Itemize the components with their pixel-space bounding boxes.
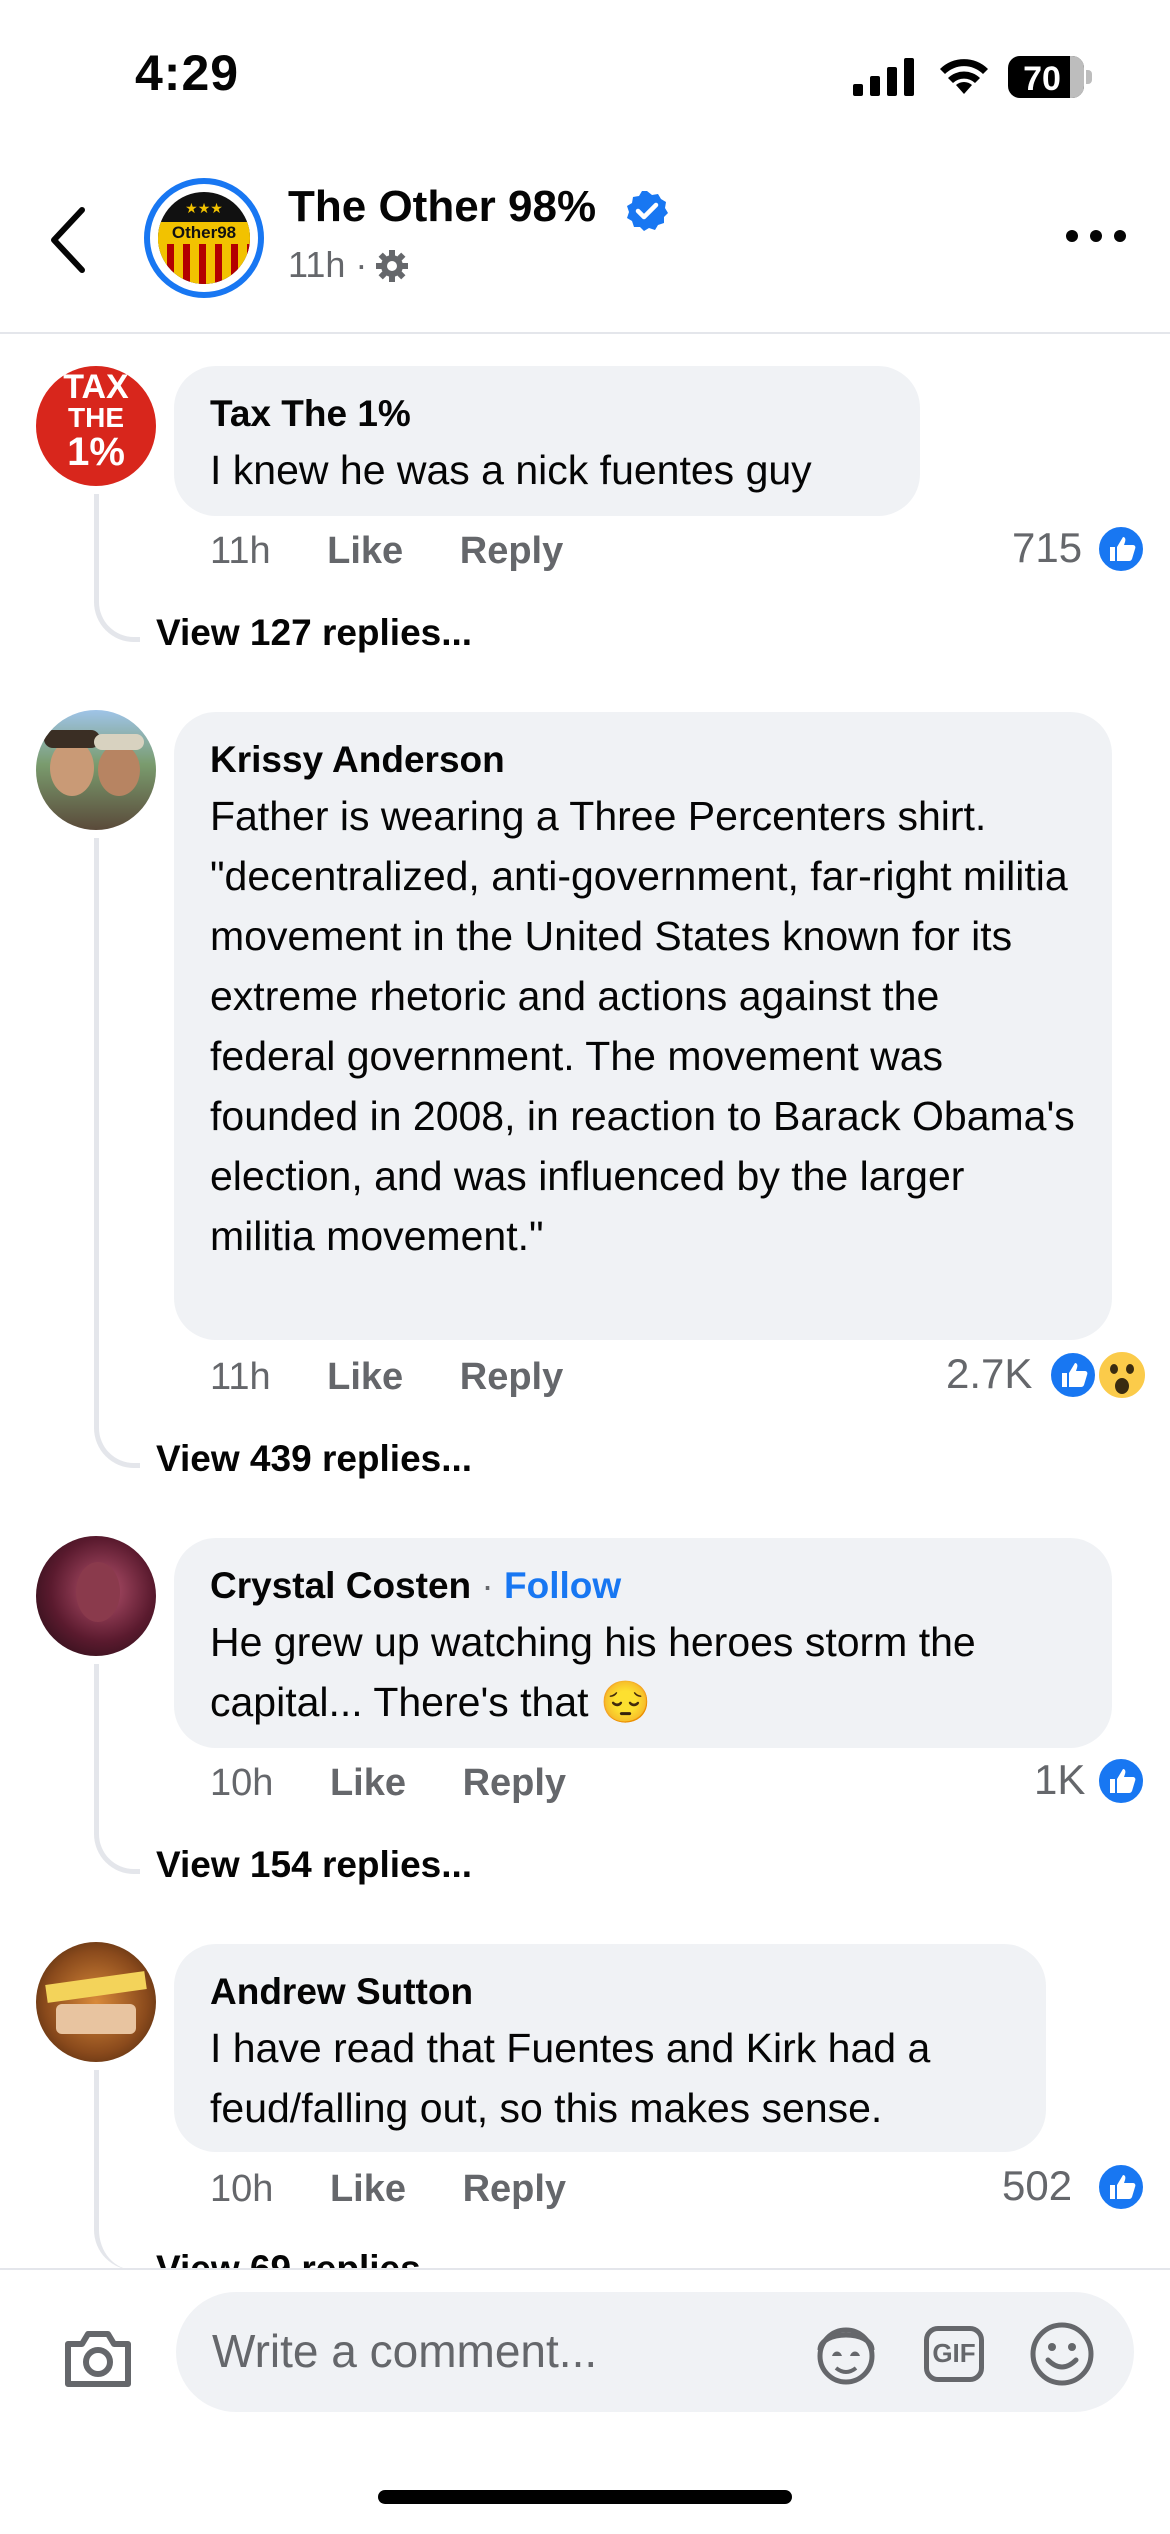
battery-icon: 70	[1008, 56, 1092, 98]
view-replies-link[interactable]: View 154 replies...	[156, 1844, 472, 1886]
back-chevron-icon[interactable]	[44, 204, 94, 276]
comment-author[interactable]: Andrew Sutton	[210, 1966, 1010, 2018]
avatar[interactable]	[36, 1942, 156, 2062]
camera-icon[interactable]	[62, 2326, 134, 2390]
comment-author[interactable]: Crystal Costen	[210, 1565, 471, 1606]
reaction-count[interactable]: 715	[1012, 524, 1082, 572]
reaction-count[interactable]: 1K	[1034, 1756, 1085, 1804]
reaction-count[interactable]: 502	[1002, 2162, 1072, 2210]
avatar[interactable]	[36, 1536, 156, 1656]
comment-author[interactable]: Tax The 1%	[210, 388, 884, 440]
avatar[interactable]: TAX THE 1%	[36, 366, 156, 486]
reaction-count[interactable]: 2.7K	[946, 1350, 1032, 1398]
like-button[interactable]: Like	[330, 1762, 406, 1804]
like-button[interactable]: Like	[327, 530, 403, 572]
more-options-icon[interactable]	[1066, 226, 1126, 246]
reply-button[interactable]: Reply	[460, 1356, 563, 1398]
post-time: 11h ·	[288, 244, 368, 285]
clock: 4:29	[135, 45, 240, 101]
reply-button[interactable]: Reply	[463, 2168, 566, 2210]
gif-icon[interactable]: GIF	[920, 2320, 988, 2388]
like-reaction-icon	[1096, 1756, 1146, 1806]
comment-time: 11h	[210, 1356, 271, 1398]
comment-placeholder[interactable]: Write a comment...	[212, 2324, 597, 2378]
comment-time: 10h	[210, 2168, 274, 2210]
comment-meta: 10h Like Reply	[210, 2168, 612, 2211]
gif-label: GIF	[932, 2338, 976, 2368]
like-button[interactable]: Like	[327, 1356, 403, 1398]
gear-icon	[376, 250, 408, 282]
status-bar: 4:29 70	[0, 0, 1170, 150]
avatar-logo-text: Other98	[158, 222, 250, 244]
comment-bubble[interactable]: Krissy Anderson Father is wearing a Thre…	[174, 712, 1112, 1340]
comment-text: I have read that Fuentes and Kirk had a …	[210, 2025, 931, 2131]
stars-icon: ★★★	[185, 200, 223, 216]
verified-badge-icon	[627, 191, 668, 231]
view-replies-link[interactable]: View 439 replies...	[156, 1438, 472, 1480]
avatar[interactable]	[36, 710, 156, 830]
thread-line	[94, 2070, 140, 2270]
thread-line	[94, 1664, 140, 1874]
home-indicator	[378, 2490, 792, 2504]
thread-line	[94, 838, 140, 1468]
page-title[interactable]: The Other 98%	[288, 182, 596, 232]
cellular-signal-icon	[853, 58, 914, 96]
comment-input[interactable]: Write a comment... GIF	[176, 2292, 1134, 2412]
comment-text: He grew up watching his heroes storm the…	[210, 1619, 976, 1725]
thread-line	[94, 494, 140, 642]
page-avatar[interactable]: ★★★ Other98	[144, 178, 264, 298]
comment-meta: 11h Like Reply	[210, 530, 609, 573]
avatar-text: TAX	[63, 368, 129, 406]
comment-text: I knew he was a nick fuentes guy	[210, 447, 812, 493]
comment-author-line: Crystal Costen · Follow	[210, 1565, 622, 1606]
emoji-icon[interactable]	[1028, 2320, 1096, 2388]
comment-author[interactable]: Krissy Anderson	[210, 734, 1076, 786]
like-reaction-icon	[1096, 524, 1146, 574]
avatar-text: THE	[68, 402, 124, 433]
comment-meta: 11h Like Reply	[210, 1356, 609, 1399]
post-header: ★★★ Other98 The Other 98% 11h ·	[0, 150, 1170, 334]
comment-composer: Write a comment... GIF	[0, 2268, 1170, 2534]
like-button[interactable]: Like	[330, 2168, 406, 2210]
like-reaction-icon	[1096, 2162, 1146, 2212]
wifi-icon	[940, 59, 988, 94]
reply-button[interactable]: Reply	[463, 1762, 566, 1804]
comment-time: 11h	[210, 530, 271, 572]
reply-button[interactable]: Reply	[460, 530, 563, 572]
comment-text: Father is wearing a Three Percenters shi…	[210, 793, 1075, 1259]
view-replies-link[interactable]: View 127 replies...	[156, 612, 472, 654]
comment-bubble[interactable]: Crystal Costen · Follow He grew up watch…	[174, 1538, 1112, 1748]
comment-time: 10h	[210, 1762, 274, 1804]
like-reaction-icon	[1048, 1350, 1098, 1400]
avatar-sticker-icon[interactable]	[812, 2320, 880, 2388]
comment-bubble[interactable]: Tax The 1% I knew he was a nick fuentes …	[174, 366, 920, 516]
comment-meta: 10h Like Reply	[210, 1762, 612, 1805]
comment-bubble[interactable]: Andrew Sutton I have read that Fuentes a…	[174, 1944, 1046, 2152]
follow-button[interactable]: Follow	[504, 1565, 621, 1606]
avatar-text: 1%	[67, 430, 125, 474]
wow-reaction-icon	[1096, 1349, 1148, 1401]
battery-level: 70	[1023, 60, 1061, 98]
